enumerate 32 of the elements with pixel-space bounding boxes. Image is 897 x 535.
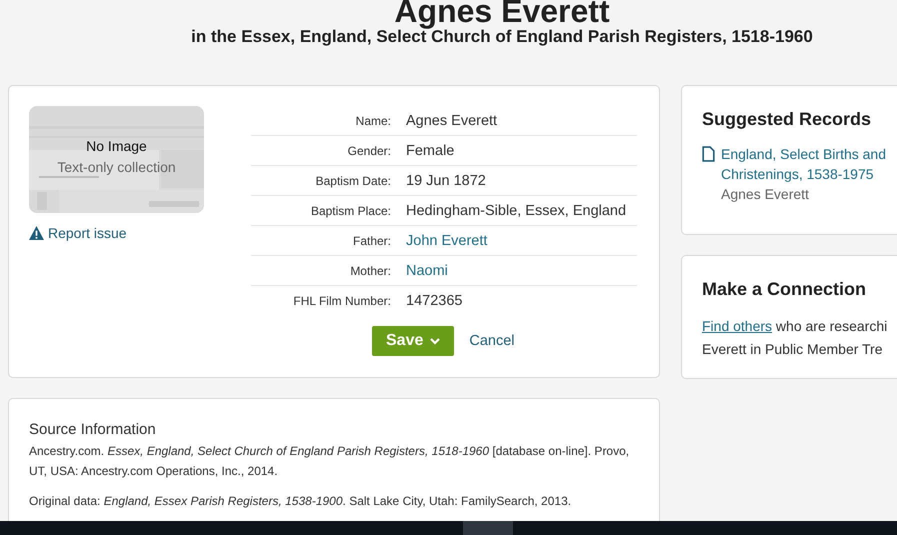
- field-value: Female: [406, 142, 454, 158]
- section-title: Suggested Records: [702, 108, 872, 131]
- connection-text: Find others who are researchi Everett in Public Member Tre: [702, 317, 888, 359]
- find-others-link[interactable]: Find others: [702, 318, 772, 334]
- field-value: 1472365: [406, 292, 462, 308]
- field-link[interactable]: John Everett: [406, 232, 488, 248]
- field-value: Agnes Everett: [406, 112, 498, 128]
- save-button[interactable]: Save: [372, 326, 454, 356]
- field-label: FHL Film Number:: [292, 294, 391, 308]
- report-issue-link[interactable]: Report issue: [29, 225, 127, 241]
- section-title: Source Information: [29, 421, 157, 439]
- field-label: Father:: [352, 234, 391, 248]
- field-link[interactable]: Naomi: [406, 262, 448, 278]
- field-label: Gender:: [346, 144, 391, 158]
- no-image-label: No Image: [86, 137, 147, 156]
- field-label: Mother:: [349, 264, 391, 278]
- field-label: Baptism Date:: [314, 174, 391, 188]
- field-label: Name:: [354, 114, 391, 128]
- field-value: 19 Jun 1872: [406, 172, 486, 188]
- warning-icon: [29, 226, 44, 240]
- collection-note: Text-only collection: [57, 158, 176, 177]
- field-value: Hedingham-Sible, Essex, England: [406, 202, 626, 218]
- field-label: Baptism Place:: [310, 204, 391, 218]
- chevron-down-icon: [430, 338, 440, 344]
- cancel-link[interactable]: Cancel: [469, 333, 515, 349]
- page-title: Agnes Everett: [393, 0, 611, 30]
- section-title: Make a Connection: [702, 278, 868, 301]
- source-citation: Original data: England, Essex Parish Registers, 1538-1900. Salt Lake City, Utah: FamilySearch, 2013.: [29, 493, 572, 510]
- record-person: Agnes Everett: [721, 185, 810, 204]
- source-citation: Ancestry.com. Essex, England, Select Church of England Parish Registers, 1518-1960 [database on-line]. Provo, UT, USA: Ancestry.com Operations, Inc., 2014.: [29, 443, 630, 480]
- record-link[interactable]: England, Select Births and Christenings, 1538-1975: [721, 144, 891, 184]
- document-icon: [702, 146, 715, 162]
